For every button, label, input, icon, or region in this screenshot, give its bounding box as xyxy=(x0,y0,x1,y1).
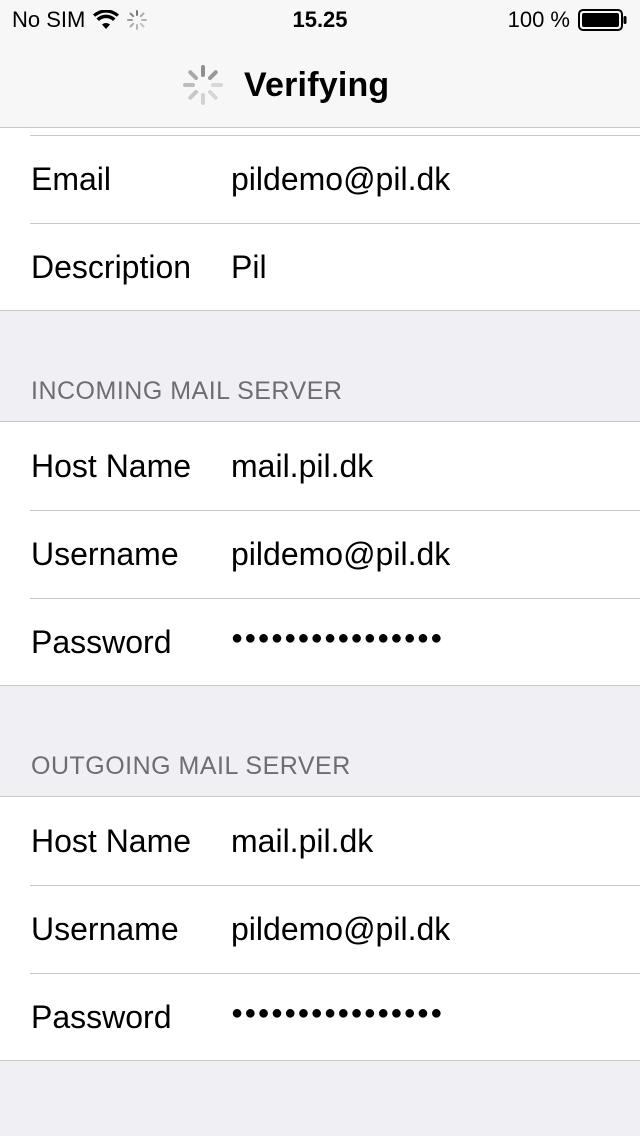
outgoing-username-row[interactable]: Username pildemo@pil.dk xyxy=(0,885,640,973)
outgoing-username-field[interactable]: pildemo@pil.dk xyxy=(231,911,450,948)
email-field[interactable]: pildemo@pil.dk xyxy=(231,161,450,198)
top-bar: No SIM 15.25 100 % Verifying xyxy=(0,0,640,128)
battery-icon xyxy=(578,8,628,32)
page-title: Verifying xyxy=(244,65,390,104)
outgoing-password-field[interactable]: ●●●●●●●●●●●●●●●● xyxy=(231,1002,443,1025)
incoming-password-field[interactable]: ●●●●●●●●●●●●●●●● xyxy=(231,627,443,650)
description-label: Description xyxy=(31,248,192,285)
spinner-icon xyxy=(182,64,224,106)
battery-percent: 100 % xyxy=(507,7,570,32)
outgoing-section-header: OUTGOING MAIL SERVER xyxy=(31,752,351,780)
outgoing-password-label: Password xyxy=(31,998,172,1035)
incoming-password-label: Password xyxy=(31,623,172,660)
outgoing-group: Host Name mail.pil.dk Username pildemo@p… xyxy=(0,796,640,1061)
description-field[interactable]: Pil xyxy=(231,249,267,286)
incoming-host-field[interactable]: mail.pil.dk xyxy=(231,448,373,485)
status-bar: No SIM 15.25 100 % xyxy=(0,0,640,40)
email-row[interactable]: Email pildemo@pil.dk xyxy=(0,135,640,223)
outgoing-username-label: Username xyxy=(31,910,179,947)
description-row[interactable]: Description Pil xyxy=(0,223,640,311)
incoming-password-row[interactable]: Password ●●●●●●●●●●●●●●●● xyxy=(0,598,640,686)
outgoing-host-row[interactable]: Host Name mail.pil.dk xyxy=(0,797,640,885)
incoming-group: Host Name mail.pil.dk Username pildemo@p… xyxy=(0,421,640,686)
mail-account-settings-screen: No SIM 15.25 100 % Verifying Email pilde… xyxy=(0,0,640,1136)
outgoing-host-field[interactable]: mail.pil.dk xyxy=(231,823,373,860)
status-right: 100 % xyxy=(508,7,628,33)
email-label: Email xyxy=(31,160,112,197)
incoming-username-field[interactable]: pildemo@pil.dk xyxy=(231,536,450,573)
incoming-section-header: INCOMING MAIL SERVER xyxy=(31,377,343,405)
outgoing-host-label: Host Name xyxy=(31,822,192,859)
incoming-username-label: Username xyxy=(31,535,179,572)
settings-table[interactable]: Email pildemo@pil.dk Description Pil INC… xyxy=(0,90,640,1136)
outgoing-password-row[interactable]: Password ●●●●●●●●●●●●●●●● xyxy=(0,973,640,1061)
incoming-username-row[interactable]: Username pildemo@pil.dk xyxy=(0,510,640,598)
navigation-bar: Verifying xyxy=(0,40,640,128)
incoming-host-row[interactable]: Host Name mail.pil.dk xyxy=(0,422,640,510)
incoming-host-label: Host Name xyxy=(31,447,192,484)
nav-title-group: Verifying xyxy=(182,64,389,106)
